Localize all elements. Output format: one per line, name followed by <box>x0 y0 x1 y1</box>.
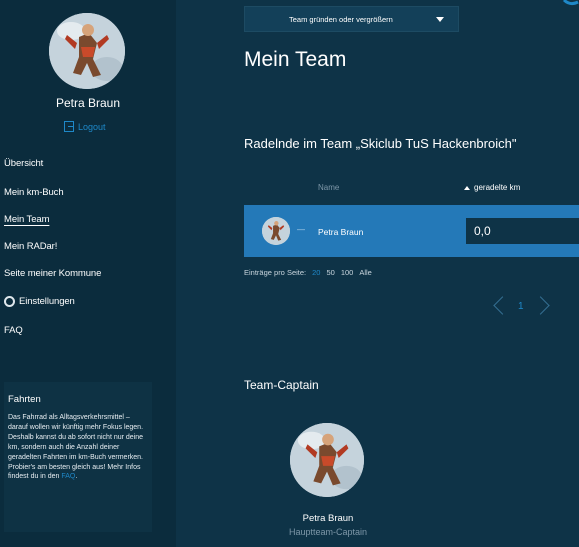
column-header-name[interactable]: Name <box>318 183 339 192</box>
profile-photo-icon <box>49 13 125 89</box>
logout-label: Logout <box>78 121 106 132</box>
nav-item-mein-radar[interactable]: Mein RADar! <box>4 241 57 252</box>
sidebar: Petra Braun Logout Übersicht Mein km-Buc… <box>0 0 176 547</box>
row-km-value: 0,0 <box>466 218 579 244</box>
nav-item-label: Einstellungen <box>19 296 75 307</box>
pagination: 1 <box>492 294 550 318</box>
page-size-selector: Einträge pro Seite: 20 50 100 Alle <box>244 268 372 277</box>
nav-item-kommune[interactable]: Seite meiner Kommune <box>4 268 101 279</box>
nav-item-km-buch[interactable]: Mein km-Buch <box>4 187 64 198</box>
page-size-all[interactable]: Alle <box>359 268 372 277</box>
page-size-100[interactable]: 100 <box>341 268 354 277</box>
chevron-right-icon[interactable] <box>536 294 550 318</box>
row-dash: — <box>297 225 305 234</box>
page-size-20[interactable]: 20 <box>312 268 320 277</box>
column-header-km-label: geradelte km <box>474 183 521 192</box>
user-name: Petra Braun <box>55 96 121 110</box>
current-page[interactable]: 1 <box>518 301 524 312</box>
profile-photo-icon <box>262 217 290 245</box>
captain-role: Hauptteam-Captain <box>288 527 368 537</box>
logout-link[interactable]: Logout <box>64 121 106 132</box>
nav-item-mein-team[interactable]: Mein Team <box>4 214 49 225</box>
captain-heading: Team-Captain <box>244 378 319 392</box>
team-select-label: Team gründen oder vergrößern <box>289 14 393 24</box>
chevron-down-icon <box>436 17 444 22</box>
page-size-50[interactable]: 50 <box>326 268 334 277</box>
table-row[interactable]: — Petra Braun 0,0 <box>244 205 579 257</box>
info-title: Fahrten <box>8 394 41 405</box>
page-size-label: Einträge pro Seite: <box>244 268 307 277</box>
team-select-dropdown[interactable]: Team gründen oder vergrößern <box>244 6 459 32</box>
captain-name: Petra Braun <box>302 513 354 524</box>
gear-icon <box>4 296 15 307</box>
info-text: Das Fahrrad als Alltagsverkehrsmittel – … <box>8 413 148 482</box>
chevron-left-icon[interactable] <box>492 294 506 318</box>
page-title: Mein Team <box>244 48 347 71</box>
nav-item-faq[interactable]: FAQ <box>4 325 23 336</box>
info-box: Fahrten Das Fahrrad als Alltagsverkehrsm… <box>4 382 152 532</box>
profile-photo-icon <box>290 423 364 497</box>
info-body: Das Fahrrad als Alltagsverkehrsmittel – … <box>8 414 144 481</box>
nav-item-einstellungen[interactable]: Einstellungen <box>4 296 75 307</box>
faq-link[interactable]: FAQ <box>61 473 75 480</box>
avatar <box>262 217 290 245</box>
row-name: Petra Braun <box>318 227 364 237</box>
nav-item-uebersicht[interactable]: Übersicht <box>4 158 43 169</box>
avatar[interactable] <box>49 13 125 89</box>
info-end: . <box>75 473 78 481</box>
column-header-km[interactable]: geradelte km <box>464 183 520 192</box>
captain-avatar <box>290 423 364 497</box>
section-heading: Radelnde im Team „Skiclub TuS Hackenbroi… <box>244 136 517 151</box>
corner-accent-icon <box>562 0 579 6</box>
sort-up-icon <box>464 185 470 190</box>
logout-icon <box>64 121 74 132</box>
